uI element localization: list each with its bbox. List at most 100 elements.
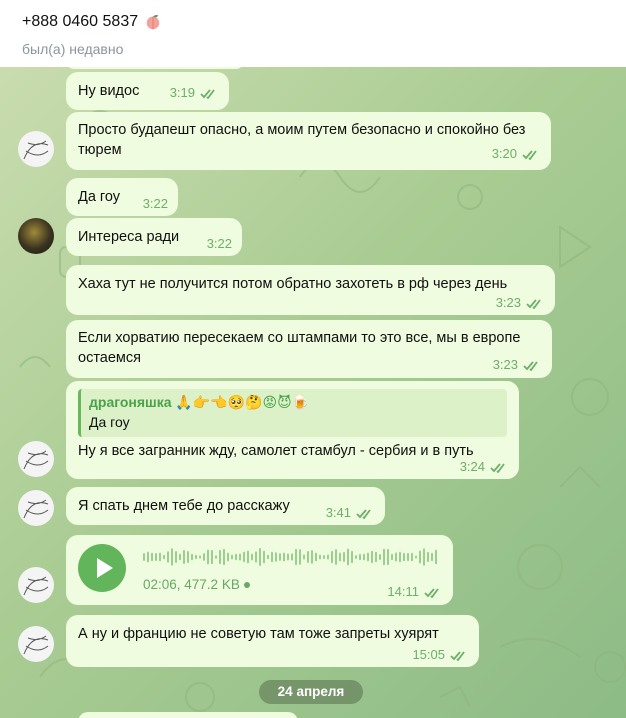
message-time: 3:41 [325, 505, 351, 520]
waveform-bar [215, 555, 217, 559]
waveform-bar [219, 549, 221, 565]
waveform-bar [431, 552, 433, 562]
waveform-bar [179, 553, 181, 561]
waveform-bar [231, 554, 233, 560]
play-icon [97, 558, 113, 578]
waveform-bar [143, 553, 145, 561]
waveform-bar [411, 552, 413, 562]
double-check-icon [526, 298, 541, 309]
contact-avatar[interactable] [18, 441, 54, 477]
waveform-bar [323, 554, 325, 560]
message-time: 3:22 [142, 196, 168, 211]
waveform-bar [331, 550, 333, 564]
message-bubble[interactable]: Ну видос 3:19 [66, 72, 229, 110]
waveform-bar [267, 554, 269, 560]
message-bubble[interactable]: Хаха тут не получится потом обратно захо… [66, 265, 555, 315]
double-check-icon [523, 360, 538, 371]
message-bubble-partial[interactable] [78, 712, 298, 718]
waveform-bar [299, 549, 301, 565]
waveform-bar [211, 549, 213, 565]
waveform-bar [251, 553, 253, 561]
waveform-bar [175, 550, 177, 564]
double-check-icon [356, 508, 371, 519]
message-bubble[interactable]: Да гоу 3:22 [66, 178, 178, 216]
waveform-bar [275, 552, 277, 562]
voice-duration: 02:06, 477.2 KB [143, 577, 240, 592]
waveform-bar [151, 552, 153, 562]
waveform-bar [399, 551, 401, 563]
message-bubble[interactable]: Я спать днем тебе до расскажу 3:41 [66, 487, 385, 525]
contact-avatar[interactable] [18, 131, 54, 167]
waveform-bar [207, 549, 209, 565]
contact-avatar[interactable] [18, 218, 54, 254]
unplayed-dot [243, 581, 250, 588]
waveform-bar [379, 553, 381, 561]
waveform-bar [391, 553, 393, 561]
waveform-bar [343, 551, 345, 563]
waveform-bar [375, 551, 377, 563]
message-bubble-partial[interactable] [66, 67, 244, 69]
waveform-bar [155, 552, 157, 562]
message-time: 15:05 [412, 647, 445, 662]
waveform-bar [359, 553, 361, 561]
waveform-bar [271, 551, 273, 563]
waveform-bar [239, 553, 241, 561]
contact-avatar[interactable] [18, 490, 54, 526]
waveform-bar [435, 549, 437, 565]
waveform-bar [247, 550, 249, 564]
waveform-bar [415, 555, 417, 559]
message-bubble[interactable]: Интереса ради 3:22 [66, 218, 242, 256]
chat-header[interactable]: +888 0460 5837 был(а) недавно [0, 0, 626, 67]
voice-play-button[interactable] [78, 544, 126, 592]
waveform-bar [419, 550, 421, 564]
waveform-bar [159, 552, 161, 562]
message-bubble[interactable]: Если хорватию пересекаем со штампами то … [66, 320, 552, 378]
message-bubble[interactable]: драгоняшка 🙏👉👈🥺🤔😡😈🍺 Да гоу Ну я все загр… [66, 381, 519, 479]
waveform-bar [227, 552, 229, 562]
waveform-bar [187, 550, 189, 564]
waveform-bar [203, 553, 205, 561]
avatar-sketch-icon [23, 499, 49, 519]
voice-waveform[interactable] [143, 547, 439, 567]
waveform-bar [383, 548, 385, 566]
chat-area[interactable]: Ну видос 3:19 Просто будапешт опасно, а … [0, 67, 626, 718]
message-time: 14:11 [387, 584, 419, 599]
message-bubble[interactable]: А ну и францию не советую там тоже запре… [66, 615, 479, 667]
waveform-bar [235, 553, 237, 561]
waveform-bar [363, 553, 365, 561]
waveform-bar [315, 552, 317, 562]
peach-icon [146, 14, 160, 30]
message-bubble[interactable]: Просто будапешт опасно, а моим путем без… [66, 112, 551, 170]
reply-author: драгоняшка 🙏👉👈🥺🤔😡😈🍺 [89, 394, 310, 410]
waveform-bar [367, 552, 369, 562]
contact-avatar[interactable] [18, 567, 54, 603]
contact-name: +888 0460 5837 [22, 13, 139, 30]
message-text: Интереса ради [78, 229, 180, 245]
message-time: 3:23 [495, 295, 521, 310]
waveform-bar [387, 548, 389, 566]
avatar-sketch-icon [23, 450, 49, 470]
waveform-bar [327, 554, 329, 560]
message-text: Если хорватию пересекаем со штампами то … [78, 330, 521, 366]
reply-quote[interactable]: драгоняшка 🙏👉👈🥺🤔😡😈🍺 Да гоу [78, 389, 507, 437]
message-time: 3:19 [169, 85, 195, 100]
waveform-bar [171, 548, 173, 566]
waveform-bar [311, 550, 313, 564]
waveform-bar [287, 553, 289, 561]
double-check-icon [490, 462, 505, 473]
contact-avatar[interactable] [18, 626, 54, 662]
reply-text: Да гоу [89, 414, 130, 430]
message-time: 3:22 [206, 236, 232, 251]
waveform-bar [263, 550, 265, 564]
waveform-bar [147, 551, 149, 563]
chat-title[interactable]: +888 0460 5837 [22, 13, 162, 31]
waveform-bar [279, 553, 281, 561]
waveform-bar [283, 552, 285, 562]
waveform-bar [395, 552, 397, 562]
waveform-bar [163, 554, 165, 560]
waveform-bar [403, 552, 405, 562]
waveform-bar [195, 554, 197, 560]
waveform-bar [303, 554, 305, 560]
waveform-bar [183, 549, 185, 565]
voice-info: 02:06, 477.2 KB [143, 577, 250, 592]
